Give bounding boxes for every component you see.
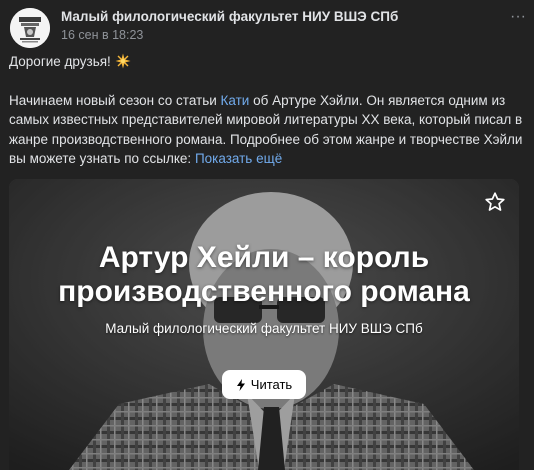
greeting-text: Дорогие друзья! (9, 53, 111, 69)
article-title-line-1: Артур Хейли – король (98, 241, 430, 274)
article-source: Малый филологический факультет НИУ ВШЭ С… (105, 321, 423, 336)
community-avatar[interactable] (10, 8, 50, 48)
post-text-line-2: самых известных представителей мировой л… (9, 112, 523, 128)
read-button[interactable]: Читать (222, 370, 306, 399)
post-text-line-3: жанре производственного романа. Подробне… (9, 131, 523, 147)
star-bookmark-icon[interactable] (484, 191, 506, 213)
show-more-link[interactable]: Показать ещё (195, 151, 282, 166)
article-card[interactable]: Артур Хейли – король производственного р… (9, 179, 519, 470)
article-title-line-2: производственного романа (58, 275, 470, 308)
author-link[interactable]: Кати (221, 93, 250, 108)
community-logo (10, 8, 50, 48)
bolt-icon (236, 378, 245, 391)
more-options-button[interactable]: ··· (506, 8, 530, 32)
community-name[interactable]: Малый филологический факультет НИУ ВШЭ С… (61, 9, 398, 24)
article-title: Артур Хейли – король производственного р… (9, 241, 519, 309)
read-button-label: Читать (250, 377, 293, 392)
post-text-line-4: вы можете узнать по ссылке: Показать ещё (9, 150, 283, 166)
post-text-line-1: Начинаем новый сезон со статьи Кати об А… (9, 93, 506, 108)
post-date[interactable]: 16 сен в 18:23 (61, 28, 143, 42)
sparkle-icon (115, 53, 131, 69)
more-dots-icon: ··· (510, 8, 526, 25)
post-text: Начинаем новый сезон со статьи Кати об А… (9, 91, 523, 168)
post-greeting: Дорогие друзья! (9, 53, 131, 69)
post-header: Малый филологический факультет НИУ ВШЭ С… (8, 8, 526, 48)
